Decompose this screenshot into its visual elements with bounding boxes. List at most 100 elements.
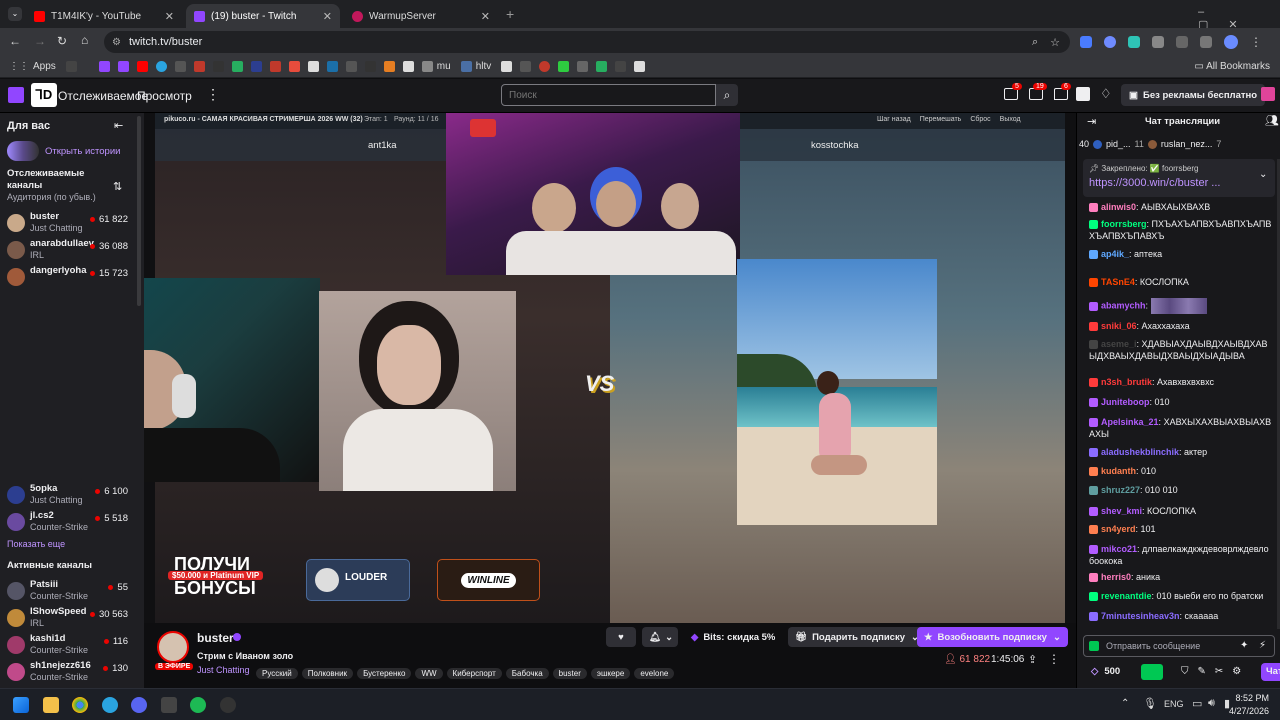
stream-category[interactable]: Just Chatting — [197, 665, 250, 675]
video-player[interactable]: pikuco.ru - САМАЯ КРАСИВАЯ СТРИМЕРША 202… — [144, 113, 1076, 623]
bookmark-icon[interactable] — [174, 61, 186, 72]
pinned-message[interactable]: 📌︎ Закреплено: ✅ foorrsberg https://3000… — [1083, 159, 1275, 197]
chat-username[interactable]: n3sh_brutik — [1101, 377, 1152, 387]
profile-avatar[interactable] — [1224, 35, 1238, 49]
tag[interactable]: WW — [415, 668, 443, 679]
sidebar-channel-anarabdullaev[interactable]: anarabdullaev IRL 36 088 — [0, 237, 140, 263]
discord-icon[interactable] — [131, 697, 147, 713]
notifications-button[interactable]: 🔔︎ ⌄ — [642, 627, 678, 647]
sidebar-channel-5opka[interactable]: 5opka Just Chatting 6 100 — [0, 482, 140, 508]
bookmark-icon[interactable] — [558, 61, 570, 72]
reload-icon[interactable]: ↻ — [57, 34, 67, 48]
chrome-icon[interactable] — [72, 697, 88, 713]
pen-icon[interactable]: ✎ — [1198, 666, 1206, 677]
tag[interactable]: Русский — [256, 668, 298, 679]
bookmark-star-icon[interactable]: ☆ — [1050, 36, 1060, 49]
crown-icon[interactable]: ♢ — [1100, 86, 1112, 102]
new-tab-icon[interactable]: + — [506, 6, 514, 22]
chat-username[interactable]: shruz227 — [1101, 485, 1140, 495]
ad-louder[interactable]: LOUDER — [306, 559, 410, 601]
pinned-link[interactable]: https://3000.win/c/buster ... — [1089, 177, 1220, 189]
tab-search-icon[interactable]: ⌄ — [8, 7, 22, 21]
chat-username[interactable]: foorrsberg — [1101, 219, 1147, 229]
chat-username[interactable]: kudanth — [1101, 466, 1136, 476]
shuffle-button[interactable]: Перемешать — [920, 116, 962, 123]
windows-start-icon[interactable] — [13, 697, 29, 713]
tag[interactable]: Бабочка — [505, 668, 549, 679]
menu-dots-icon[interactable]: ⋮ — [1250, 35, 1262, 49]
bookmark-icon[interactable] — [501, 61, 513, 72]
channel-avatar[interactable] — [157, 631, 189, 663]
sidebar-channel-dangerlyoha[interactable]: dangerlyoha 15 723 — [0, 264, 140, 290]
app-icon[interactable] — [220, 697, 236, 713]
chat-username[interactable]: sniki_06 — [1101, 321, 1137, 331]
bookmark-icon[interactable] — [231, 61, 243, 72]
extension-icon[interactable] — [1152, 36, 1164, 48]
chat-input[interactable]: Отправить сообщение ✦ ⚡︎ — [1083, 635, 1275, 657]
extension-icon[interactable] — [1080, 36, 1092, 48]
bookmark-icon[interactable] — [212, 61, 224, 72]
left-contestant-photo[interactable] — [319, 291, 516, 491]
extension-icon[interactable] — [1128, 36, 1140, 48]
bookmark-folder-icon[interactable] — [421, 61, 433, 72]
tag[interactable]: evelone — [634, 668, 675, 679]
chat-username[interactable]: revenantdie — [1101, 591, 1152, 601]
chat-username[interactable]: sn4yerd — [1101, 524, 1136, 534]
tag[interactable]: Киберспорт — [446, 668, 502, 679]
url-field[interactable]: ⚙ twitch.tv/buster ⌕ ☆ — [104, 31, 1070, 53]
emote-picker-icon[interactable]: ✦ — [1240, 640, 1248, 651]
right-contestant-photo[interactable] — [737, 259, 937, 525]
resubscribe-button[interactable]: ★ Возобновить подписку ⌄ — [917, 627, 1068, 647]
sidebar-channel-sh1nejezz616[interactable]: sh1nejezz616 Counter-Strike 130 — [0, 659, 140, 685]
bookmark-icon[interactable] — [307, 61, 319, 72]
shield-icon[interactable]: ⛉ — [1181, 666, 1189, 677]
zoom-icon[interactable]: ⌕ — [1032, 36, 1038, 49]
channel-points[interactable]: ◇ 500 — [1091, 666, 1120, 677]
chat-username[interactable]: TASnE4 — [1101, 277, 1135, 287]
chat-username[interactable]: Juniteboop — [1101, 397, 1150, 407]
bits-button[interactable]: ◆ Bits: скидка 5% — [684, 627, 782, 647]
bookmark-icon[interactable] — [539, 61, 551, 72]
bookmark-icon[interactable] — [383, 61, 395, 72]
clock-date[interactable]: 4/27/2026 — [1221, 706, 1269, 716]
gifter-name[interactable]: ruslan_nez... — [1161, 139, 1213, 149]
bookmark-flag-icon[interactable] — [269, 61, 281, 72]
bookmark-twitch-icon[interactable] — [98, 61, 110, 72]
file-explorer-icon[interactable] — [43, 697, 59, 713]
sidebar-channel-kashi1d[interactable]: kashi1d Counter-Strike 116 — [0, 632, 140, 658]
step-back-button[interactable]: Шаг назад — [877, 116, 911, 123]
volume-icon[interactable]: 🔊︎ — [1208, 697, 1215, 710]
close-icon[interactable]: ✕ — [323, 10, 332, 23]
home-icon[interactable]: ⌂ — [81, 33, 88, 47]
sidebar-scrollbar[interactable] — [137, 116, 141, 306]
bookmark-icon[interactable] — [65, 61, 77, 72]
badge-icon[interactable] — [1089, 641, 1099, 651]
tools-icon[interactable]: ✂ — [1215, 666, 1223, 677]
bookmark-icon[interactable] — [250, 61, 262, 72]
chat-username[interactable]: alinwis0 — [1101, 202, 1136, 212]
extension-icon[interactable] — [1076, 87, 1090, 101]
bookmark-mu[interactable]: mu — [437, 61, 451, 72]
language-indicator[interactable]: ENG — [1164, 699, 1184, 709]
ad-winline[interactable]: WINLINE — [437, 559, 540, 601]
seventv-icon[interactable]: ⚡︎ — [1259, 640, 1266, 651]
clock-time[interactable]: 8:52 PM — [1229, 693, 1269, 703]
bookmark-icon[interactable] — [577, 61, 589, 72]
twitch-logo-icon[interactable] — [8, 87, 24, 103]
search-button[interactable]: ⌕ — [716, 84, 738, 106]
nav-browse[interactable]: Просмотр — [137, 89, 192, 103]
app-icon[interactable] — [161, 697, 177, 713]
telegram-icon[interactable] — [102, 697, 118, 713]
chat-username[interactable]: Apelsinka_21 — [1101, 417, 1159, 427]
reading-list-icon[interactable] — [1200, 36, 1212, 48]
bookmark-icon[interactable] — [364, 61, 376, 72]
bookmark-icon[interactable] — [634, 61, 646, 72]
all-bookmarks[interactable]: ▭ All Bookmarks — [1194, 61, 1270, 72]
bookmark-icon[interactable] — [596, 61, 608, 72]
chat-username[interactable]: abamychh — [1101, 300, 1146, 310]
settings-gear-icon[interactable]: ⚙ — [1232, 666, 1241, 677]
exit-button[interactable]: Выход — [1000, 116, 1021, 123]
bookmark-telegram-icon[interactable] — [155, 61, 167, 72]
bookmark-hltv[interactable]: hltv — [476, 61, 492, 72]
expand-chat-icon[interactable]: ⇥ — [1087, 115, 1096, 128]
